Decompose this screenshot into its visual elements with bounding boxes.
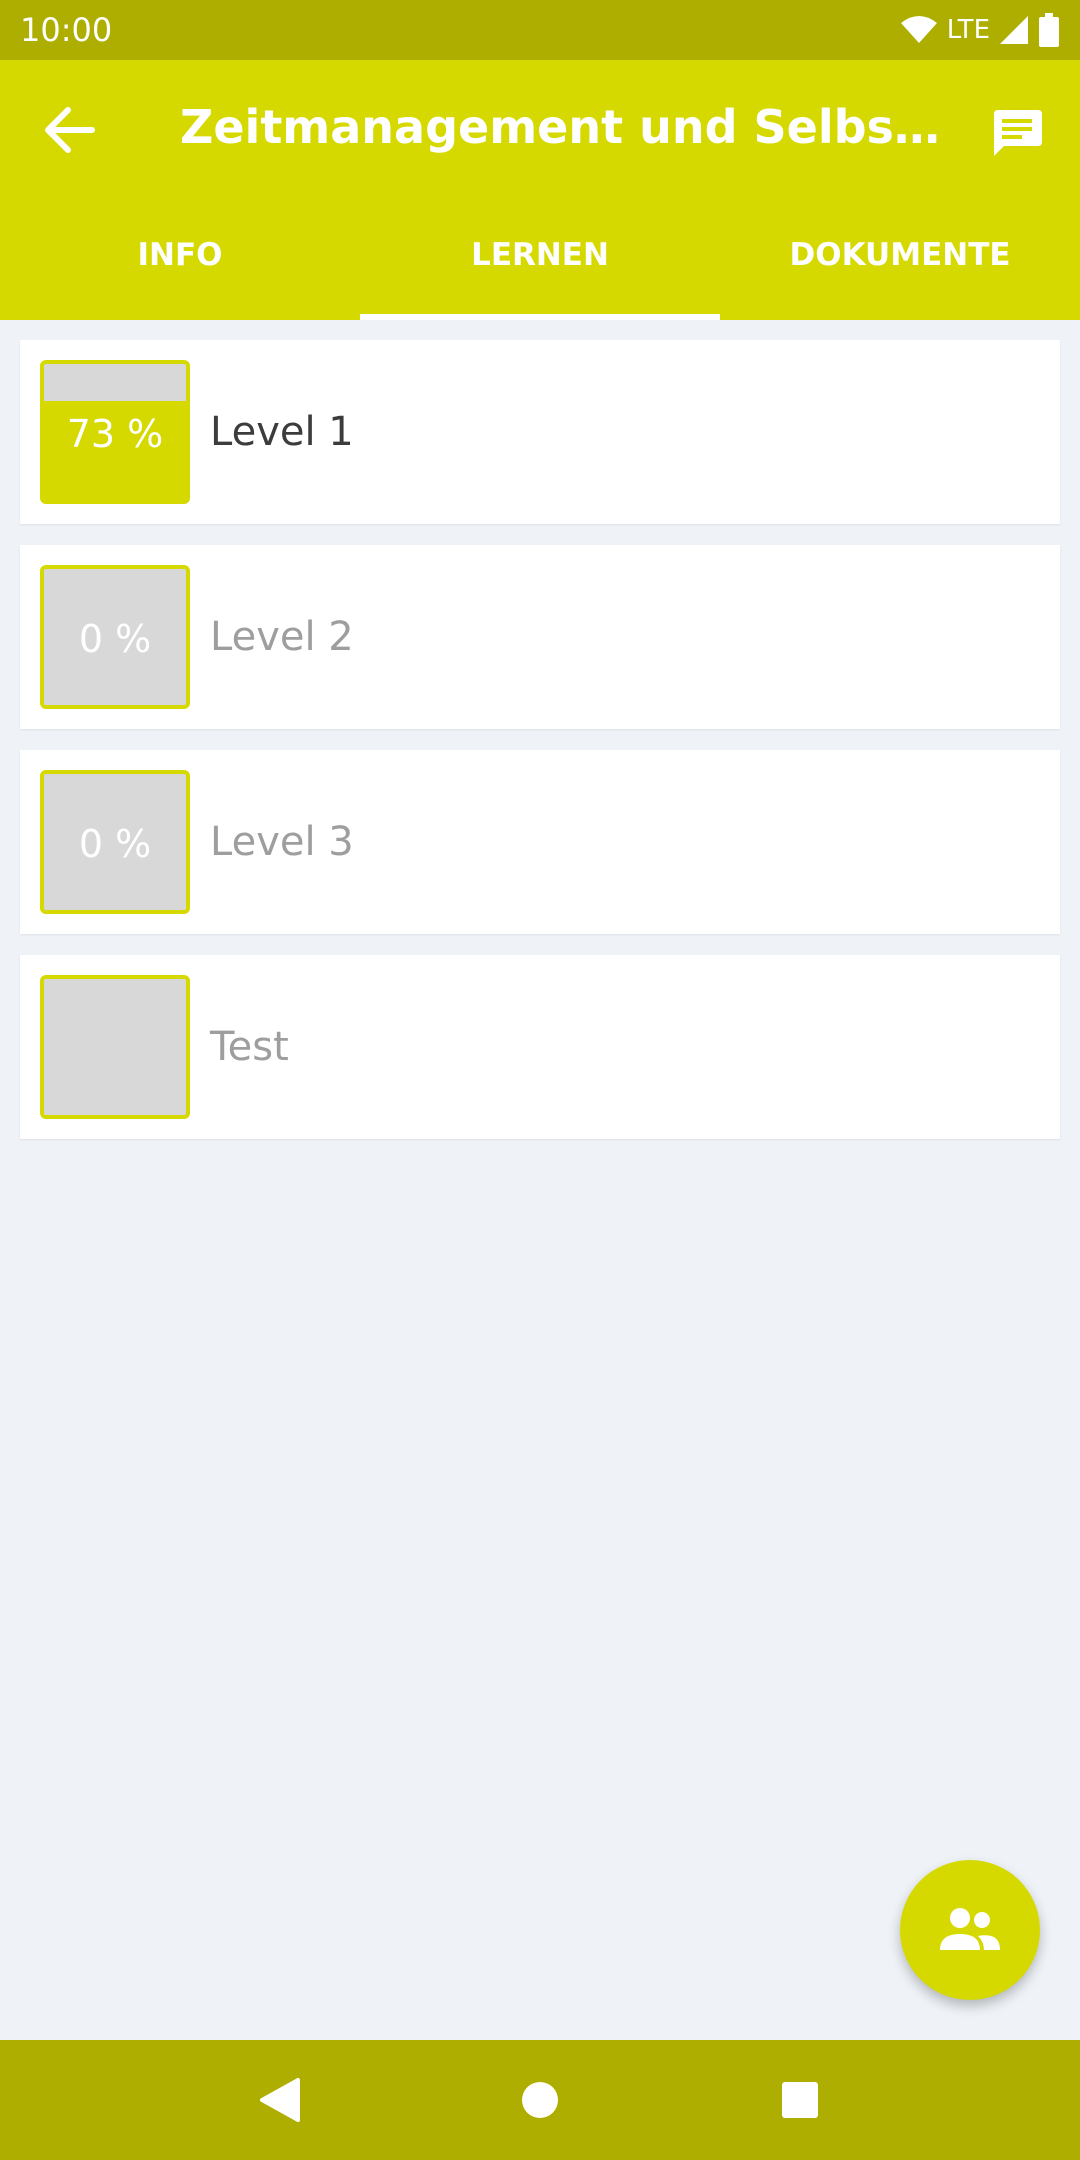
group-fab-button[interactable] xyxy=(900,1860,1040,2000)
network-type: LTE xyxy=(946,15,990,45)
status-time: 10:00 xyxy=(20,11,113,49)
progress-box xyxy=(40,975,190,1119)
progress-label: 73 % xyxy=(66,412,164,456)
battery-icon xyxy=(1039,13,1059,47)
triangle-back-icon xyxy=(260,2078,300,2122)
level-name: Level 3 xyxy=(210,819,354,865)
system-nav-bar xyxy=(0,2040,1080,2160)
tab-lernen[interactable]: LERNEN xyxy=(360,204,720,320)
app-bar: Zeitmanagement und Selbstführung INFO LE… xyxy=(0,60,1080,320)
level-list: 73 % Level 1 0 % Level 2 0 % Level 3 Tes… xyxy=(20,340,1060,1160)
tab-lernen-label: LERNEN xyxy=(471,237,609,273)
tab-active-indicator xyxy=(360,314,720,320)
wifi-icon xyxy=(900,16,937,43)
chat-icon xyxy=(994,110,1042,156)
status-icons: LTE xyxy=(899,13,1060,47)
tab-dokumente-label: DOKUMENTE xyxy=(789,237,1011,273)
page-title: Zeitmanagement und Selbstführung xyxy=(180,100,940,154)
nav-home-button[interactable] xyxy=(500,2060,580,2140)
status-bar: 10:00 LTE xyxy=(0,0,1080,60)
arrow-left-icon xyxy=(45,107,95,153)
progress-label xyxy=(44,979,186,1115)
tab-bar: INFO LERNEN DOKUMENTE xyxy=(0,204,1080,320)
square-recents-icon xyxy=(782,2082,818,2118)
progress-box: 73 % xyxy=(40,360,190,504)
circle-home-icon xyxy=(522,2082,558,2118)
toolbar: Zeitmanagement und Selbstführung xyxy=(0,60,1080,204)
group-icon xyxy=(940,1908,1000,1950)
progress-box: 0 % xyxy=(40,565,190,709)
nav-recents-button[interactable] xyxy=(760,2060,840,2140)
level-card-1[interactable]: 73 % Level 1 xyxy=(20,340,1060,524)
level-name: Level 2 xyxy=(210,614,354,660)
back-button[interactable] xyxy=(32,92,108,168)
level-card-3[interactable]: 0 % Level 3 xyxy=(20,750,1060,934)
signal-icon xyxy=(1000,16,1028,44)
level-name: Test xyxy=(210,1024,289,1070)
tab-dokumente[interactable]: DOKUMENTE xyxy=(720,204,1080,320)
level-name: Level 1 xyxy=(210,409,354,455)
level-card-test[interactable]: Test xyxy=(20,955,1060,1139)
tab-info[interactable]: INFO xyxy=(0,204,360,320)
progress-label: 0 % xyxy=(78,822,152,866)
progress-label: 0 % xyxy=(78,617,152,661)
progress-box: 0 % xyxy=(40,770,190,914)
chat-button[interactable] xyxy=(982,98,1052,168)
nav-back-button[interactable] xyxy=(240,2060,320,2140)
level-card-2[interactable]: 0 % Level 2 xyxy=(20,545,1060,729)
tab-info-label: INFO xyxy=(137,237,223,273)
